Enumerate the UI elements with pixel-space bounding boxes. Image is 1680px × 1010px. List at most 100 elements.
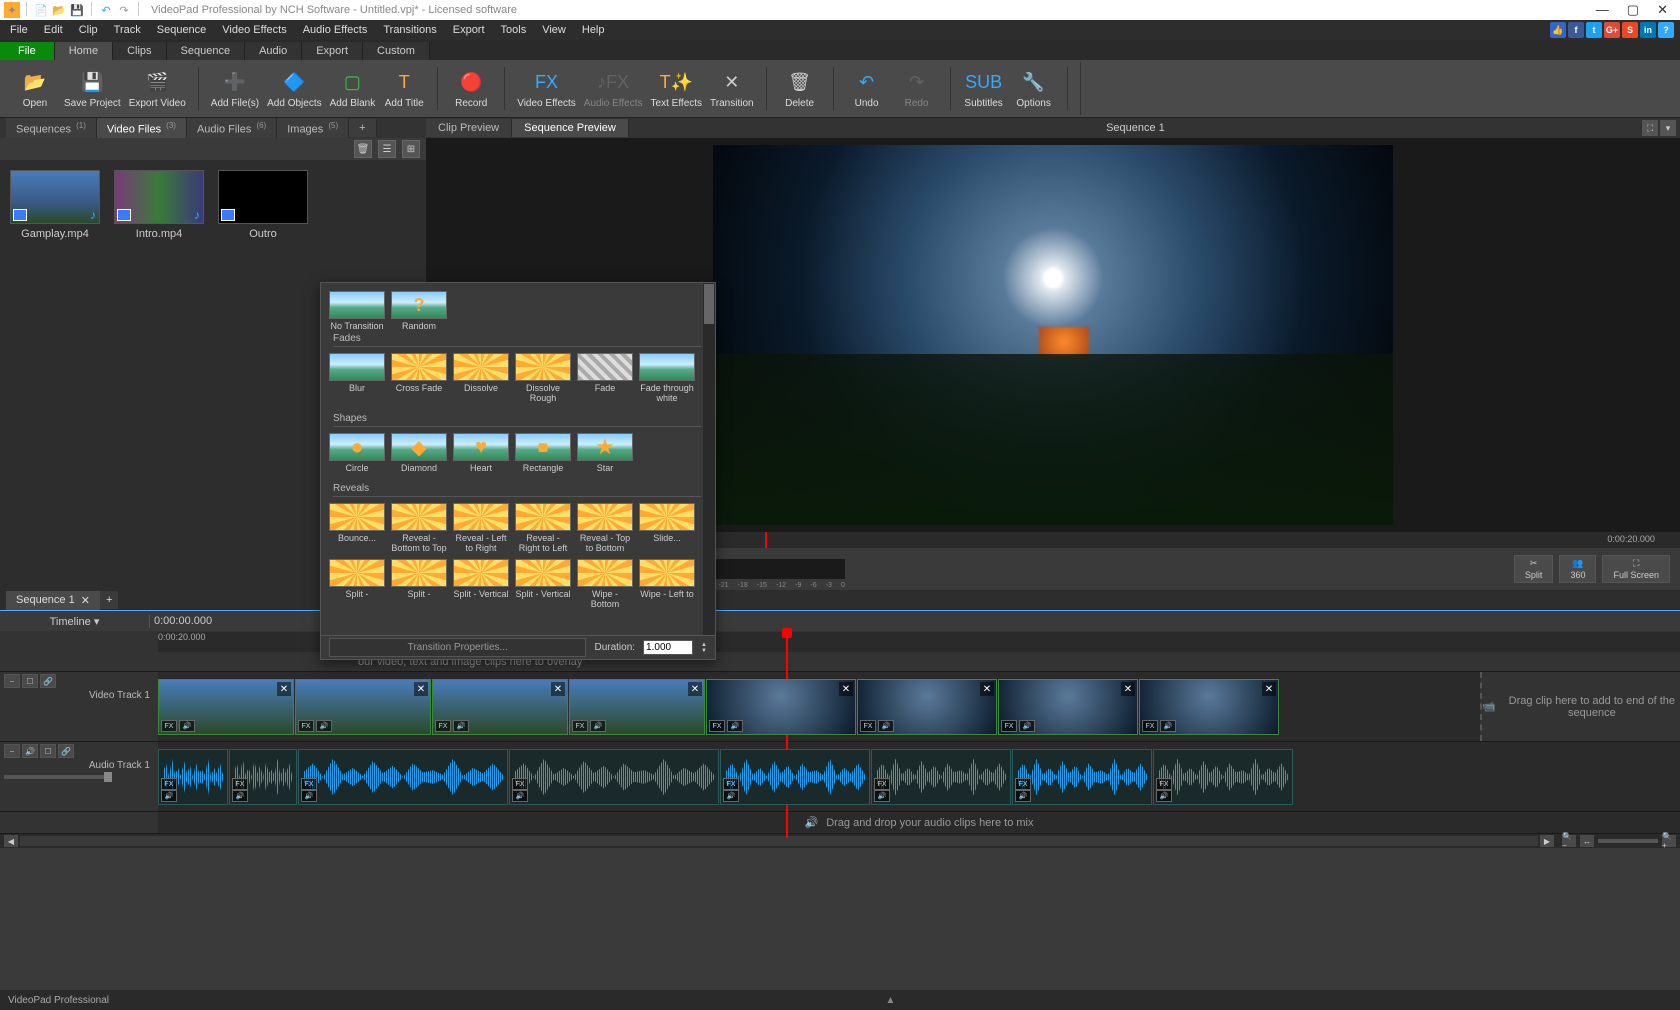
twitter-icon[interactable]: t [1586,22,1602,38]
transition-item[interactable]: Reveal - Left to Right [453,503,509,553]
tab-audio[interactable]: Audio [245,42,302,60]
fx-icon[interactable]: FX [298,720,314,732]
transition-item[interactable]: Circle [329,433,385,473]
transition-item[interactable]: Diamond [391,433,447,473]
track-lock-icon[interactable]: ☐ [40,744,56,758]
video-clip[interactable]: ✕ FX🔊 [432,679,568,735]
trans-button[interactable]: ✕Transition [710,69,754,109]
fx-icon[interactable]: FX [723,778,739,790]
zoom-in-icon[interactable]: 🔍+ [1662,835,1676,847]
mute-icon[interactable]: 🔊 [590,720,606,732]
tab-export[interactable]: Export [302,42,363,60]
subs-button[interactable]: SUBSubtitles [963,69,1005,109]
clip-item[interactable]: Intro.mp4 [114,170,204,240]
mute-icon[interactable]: 🔊 [316,720,332,732]
transition-item[interactable]: Bounce... [329,503,385,553]
fullscreen-button[interactable]: ⛶Full Screen [1602,555,1670,583]
fx-icon[interactable]: FX [1015,778,1031,790]
video-clip[interactable]: ✕FX🔊 [569,679,705,735]
split-button[interactable]: ✂Split [1514,555,1554,583]
fx-icon[interactable]: FX [874,778,890,790]
transition-item[interactable]: Star [577,433,633,473]
scroll-right-icon[interactable]: ▶ [1540,835,1554,847]
mute-icon[interactable]: 🔊 [874,790,890,802]
track-link-icon[interactable]: 🔗 [40,674,56,688]
preview-tool-2[interactable]: ▾ [1660,120,1676,136]
transition-item[interactable]: Fade [577,353,633,403]
transition-item[interactable]: Split - [391,559,447,609]
menu-export[interactable]: Export [445,22,493,38]
zoom-slider[interactable] [1598,839,1658,843]
transition-item[interactable]: Random [391,291,447,331]
menu-trans[interactable]: Transitions [375,22,444,38]
expand-handle[interactable]: ▲ [886,995,896,1006]
tab-clips[interactable]: Clips [113,42,166,60]
mute-icon[interactable]: 🔊 [179,720,195,732]
tab-clip-preview[interactable]: Clip Preview [426,119,512,137]
transition-item[interactable]: No Transition [329,291,385,331]
video-clip[interactable]: ✕FX🔊 [295,679,431,735]
audio-mix-track[interactable]: 🔊 Drag and drop your audio clips here to… [0,812,1680,834]
clip-trans-icon[interactable]: ✕ [839,682,853,696]
clip-trans-icon[interactable]: ✕ [1121,682,1135,696]
duration-input[interactable] [643,640,693,655]
fx-icon[interactable]: FX [435,720,451,732]
fx-icon[interactable]: FX [512,778,528,790]
transition-item[interactable]: Fade through white [639,353,695,403]
save-icon[interactable]: 💾 [69,2,85,18]
track-minus-icon[interactable]: − [4,674,20,688]
delete-button[interactable]: 🗑Delete [779,69,821,109]
mute-icon[interactable]: 🔊 [301,790,317,802]
stumble-icon[interactable]: S [1622,22,1638,38]
transition-item[interactable]: Reveal - Right to Left [515,503,571,553]
menu-sequence[interactable]: Sequence [149,22,215,38]
bin-grid-icon[interactable]: ⊞ [402,140,420,158]
mute-icon[interactable]: 🔊 [453,720,469,732]
opts-button[interactable]: 🔧Options [1013,69,1055,109]
video-clip[interactable]: ✕ FX🔊 [158,679,294,735]
video-clip[interactable]: ✕FX🔊 [706,679,856,735]
video-clip[interactable]: ✕FX🔊 [857,679,997,735]
google-icon[interactable]: G+ [1604,22,1620,38]
fx-icon[interactable]: FX [161,720,177,732]
menu-file[interactable]: File [2,22,36,38]
transition-item[interactable]: Reveal - Bottom to Top [391,503,447,553]
transition-item[interactable]: Dissolve Rough [515,353,571,403]
undo-icon[interactable]: ↶ [98,2,114,18]
menu-view[interactable]: View [534,22,574,38]
clip-item[interactable]: Outro [218,170,308,240]
fx-icon[interactable]: FX [1156,778,1172,790]
transition-item[interactable]: Rectangle [515,433,571,473]
transition-item[interactable]: Dissolve [453,353,509,403]
audio-clip[interactable]: FX🔊 [1153,749,1293,805]
mute-icon[interactable]: 🔊 [161,790,177,802]
audio-clip[interactable]: FX🔊 [158,749,228,805]
preview-tool-1[interactable]: ⛶ [1642,120,1658,136]
popup-scrollbar[interactable] [703,283,715,635]
audio-clip[interactable]: FX🔊 [298,749,508,805]
360-button[interactable]: 👥360 [1559,555,1596,583]
vfx-button[interactable]: FXVideo Effects [517,69,576,109]
sequence-tab[interactable]: Sequence 1✕ [6,591,100,610]
transition-item[interactable]: Heart [453,433,509,473]
addblank-button[interactable]: ▢Add Blank [330,69,376,109]
scrollbar[interactable] [20,836,1538,846]
tab-seq-preview[interactable]: Sequence Preview [512,119,629,137]
open-icon[interactable]: 📂 [51,2,67,18]
redo-icon[interactable]: ↷ [116,2,132,18]
bintab-audio-files[interactable]: Audio Files (6) [187,118,277,139]
clip-trans-icon[interactable]: ✕ [551,682,565,696]
close-icon[interactable]: ✕ [81,594,90,607]
new-icon[interactable]: 📄 [33,2,49,18]
audio-clip[interactable]: FX🔊 [871,749,1011,805]
transition-item[interactable]: Cross Fade [391,353,447,403]
addtitle-button[interactable]: TAdd Title [383,69,425,109]
bintab-add[interactable]: + [349,119,376,137]
clip-trans-icon[interactable]: ✕ [980,682,994,696]
add-sequence-button[interactable]: + [100,591,118,609]
fx-icon[interactable]: FX [1142,720,1158,732]
audio-clip[interactable]: FX🔊 [720,749,870,805]
transition-item[interactable]: Split - Vertical [515,559,571,609]
clip-trans-icon[interactable]: ✕ [277,682,291,696]
mute-icon[interactable]: 🔊 [723,790,739,802]
